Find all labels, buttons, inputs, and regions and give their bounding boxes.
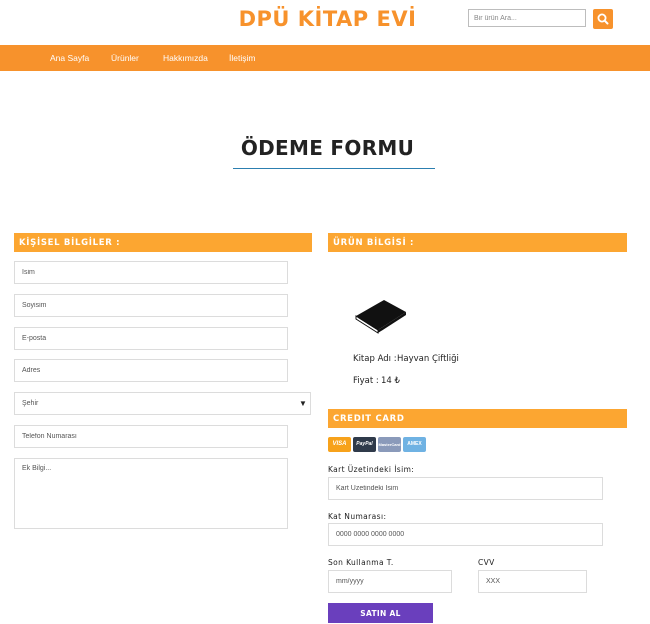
buy-button[interactable]: SATIN AL [328, 603, 433, 623]
nav-item-home[interactable]: Ana Sayfa [50, 53, 89, 63]
nav-item-about[interactable]: Hakkımızda [163, 53, 208, 63]
mastercard-icon: MasterCard [378, 437, 401, 452]
phone-field[interactable] [14, 425, 288, 448]
surname-field[interactable] [14, 294, 288, 317]
name-field[interactable] [14, 261, 288, 284]
card-holder-label: Kart Üzetindeki İsim: [328, 465, 415, 474]
card-number-field[interactable] [328, 523, 603, 546]
price-label: Fiyat : [353, 376, 379, 386]
dropdown-arrow-icon: ▼ [299, 399, 307, 408]
expiry-field[interactable] [328, 570, 452, 593]
visa-icon: VISA [328, 437, 351, 452]
paypal-icon: PayPal [353, 437, 376, 452]
personal-info-heading: KİŞİSEL BİLGİLER : [14, 233, 312, 252]
page-title: ÖDEME FORMU [240, 136, 415, 160]
search-icon [597, 13, 609, 25]
nav-item-contact[interactable]: İletişim [229, 53, 255, 63]
cvv-label: CVV [478, 558, 495, 567]
book-name-value: Hayvan Çiftliği [397, 354, 459, 364]
card-number-label: Kat Numarası: [328, 512, 387, 521]
book-name-label: Kitap Adı : [353, 354, 397, 364]
search-button[interactable] [593, 9, 613, 29]
notes-field[interactable] [14, 458, 288, 529]
city-select[interactable]: Şehir ▼ [14, 392, 311, 415]
title-underline [233, 168, 435, 169]
cvv-field[interactable] [478, 570, 587, 593]
credit-card-heading: CREDIT CARD [328, 409, 627, 428]
book-icon [355, 300, 406, 334]
price-value: 14 ₺ [381, 376, 400, 386]
nav-item-products[interactable]: Ürünler [111, 53, 139, 63]
address-field[interactable] [14, 359, 288, 382]
search-input[interactable] [468, 9, 586, 27]
amex-icon: AMEX [403, 437, 426, 452]
main-nav: Ana Sayfa Ürünler Hakkımızda İletişim [0, 45, 650, 71]
card-holder-field[interactable] [328, 477, 603, 500]
city-select-value: Şehir [22, 400, 39, 407]
expiry-label: Son Kullanma T. [328, 558, 394, 567]
email-field[interactable] [14, 327, 288, 350]
product-info-heading: ÜRÜN BİLGİSİ : [328, 233, 627, 252]
